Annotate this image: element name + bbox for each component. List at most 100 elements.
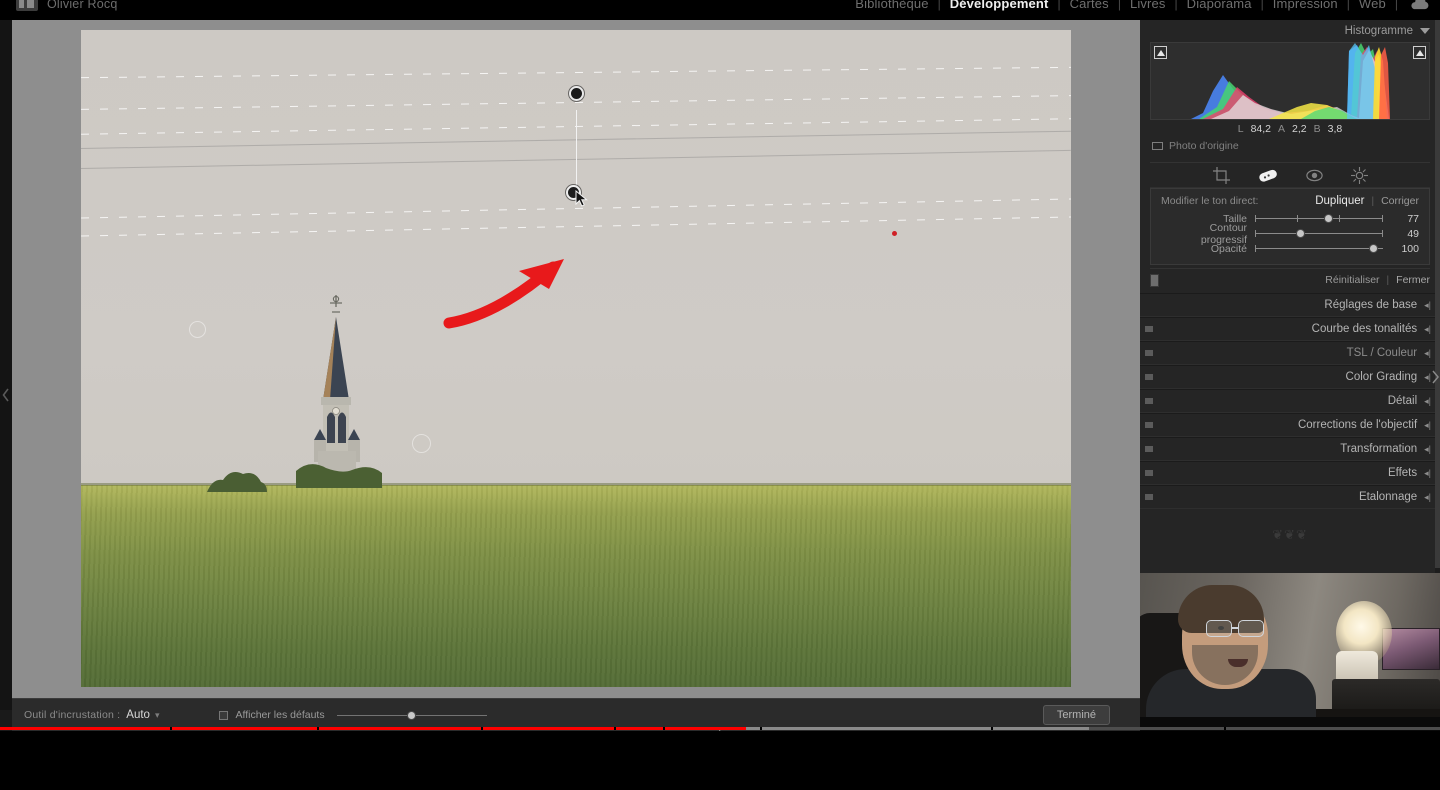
slider-knob[interactable]: [1295, 229, 1305, 238]
healing-tool-panel[interactable]: Modifier le ton direct: Dupliquer | Corr…: [1150, 188, 1430, 265]
disclosure-arrow-icon[interactable]: ◂|: [1424, 372, 1431, 383]
disclosure-arrow-icon[interactable]: ◂|: [1424, 396, 1431, 407]
section-toggle-switch[interactable]: [1145, 494, 1153, 500]
section-toggle-switch[interactable]: [1145, 350, 1153, 356]
section-toggle-switch[interactable]: [1145, 398, 1153, 404]
disclosure-arrow-icon[interactable]: ◂|: [1424, 420, 1431, 431]
disclosure-arrow-icon[interactable]: ◂|: [1424, 492, 1431, 503]
slider-value: 49: [1407, 227, 1419, 240]
section-label: Transformation: [1340, 443, 1418, 455]
section-label: Color Grading: [1345, 371, 1418, 383]
section-etalonnage[interactable]: Etalonnage ◂|: [1140, 485, 1440, 509]
module-diaporama[interactable]: Diaporama: [1178, 0, 1261, 11]
heal-spot-marker[interactable]: [412, 434, 431, 453]
section-courbe-des-tonalites[interactable]: Courbe des tonalités ◂|: [1140, 317, 1440, 341]
readout-value-b: 3,8: [1327, 123, 1343, 135]
heal-source-pin-icon[interactable]: [569, 86, 584, 101]
chapter-divider: [1224, 727, 1226, 730]
section-label: Corrections de l'objectif: [1297, 419, 1418, 431]
section-reglages-de-base[interactable]: Réglages de base ◂|: [1140, 293, 1440, 317]
histogram-header[interactable]: Histogramme: [1140, 20, 1440, 42]
disclosure-arrow-icon[interactable]: ◂|: [1424, 444, 1431, 455]
correct-mode-button[interactable]: Corriger: [1381, 195, 1419, 207]
track-line: [1255, 233, 1383, 234]
slider-knob[interactable]: [1368, 244, 1378, 253]
readout-value-a: 2,2: [1292, 123, 1307, 135]
track-tick: [1255, 245, 1256, 252]
slider-track[interactable]: [1255, 228, 1383, 239]
reset-button[interactable]: Réinitialiser: [1325, 274, 1379, 286]
section-corrections-de-lobjectif[interactable]: Corrections de l'objectif ◂|: [1140, 413, 1440, 437]
image-work-area[interactable]: [12, 20, 1140, 698]
disclosure-arrow-icon[interactable]: ◂|: [1424, 300, 1431, 311]
masking-tool-icon[interactable]: [1350, 166, 1368, 184]
module-bibliotheque[interactable]: Bibliothèque: [846, 0, 937, 11]
heal-footer-actions[interactable]: Réinitialiser | Fermer: [1325, 274, 1430, 286]
section-label: Courbe des tonalités: [1311, 323, 1418, 335]
slider-knob[interactable]: [1324, 214, 1334, 223]
disclosure-arrow-icon[interactable]: ◂|: [1424, 324, 1431, 335]
section-transformation[interactable]: Transformation ◂|: [1140, 437, 1440, 461]
overlay-tool-value[interactable]: Auto: [126, 709, 150, 721]
module-developpement[interactable]: Développement: [941, 0, 1058, 11]
crop-tool-icon[interactable]: [1212, 166, 1230, 184]
disclosure-arrow-icon[interactable]: ◂|: [1424, 348, 1431, 359]
tool-strip[interactable]: [1150, 162, 1430, 188]
identity-plate[interactable]: Olivier Rocq: [16, 0, 117, 11]
chevron-down-icon[interactable]: ▾: [155, 710, 160, 721]
panel-switch-icon[interactable]: [1150, 273, 1159, 287]
church-steeple: [296, 295, 382, 488]
done-button[interactable]: Terminé: [1042, 705, 1110, 725]
section-tsl-couleur[interactable]: TSL / Couleur ◂|: [1140, 341, 1440, 365]
slider-opacite[interactable]: Opacité 100: [1151, 241, 1429, 256]
module-picker: Bibliothèque | Développement | Cartes | …: [846, 0, 1398, 11]
mode-divider: |: [1371, 195, 1375, 207]
module-livres[interactable]: Livres: [1121, 0, 1175, 11]
healing-brush-tool-icon[interactable]: [1258, 168, 1278, 183]
youtube-player-bar: 3:21 / 6:28 • tirer le correcteur en lig…: [0, 731, 1440, 790]
heal-spot-marker[interactable]: [189, 321, 206, 338]
show-defects-checkbox[interactable]: [219, 710, 229, 720]
section-toggle-switch[interactable]: [1145, 374, 1153, 380]
chevron-right-icon[interactable]: [1431, 370, 1440, 384]
module-impression[interactable]: Impression: [1264, 0, 1347, 11]
chevron-left-icon[interactable]: [2, 388, 10, 402]
heal-drag-line: [576, 110, 577, 186]
photo-canvas[interactable]: [81, 30, 1071, 687]
triangle-down-icon[interactable]: [1420, 28, 1430, 34]
red-marker-dot: [892, 231, 897, 236]
slider-contour-progressif[interactable]: Contour progressif 49: [1151, 222, 1429, 246]
scrollbar-thumb[interactable]: [1435, 20, 1440, 568]
heal-mode-actions[interactable]: Dupliquer | Corriger: [1315, 195, 1419, 207]
slider-knob[interactable]: [406, 710, 416, 720]
chapter-divider: [170, 727, 172, 730]
duplicate-mode-button[interactable]: Dupliquer: [1315, 195, 1364, 207]
slider-value: 100: [1401, 242, 1419, 255]
left-panel-collapsed[interactable]: [0, 20, 12, 710]
section-toggle-switch[interactable]: [1145, 470, 1153, 476]
section-toggle-switch[interactable]: [1145, 422, 1153, 428]
slider-value: 77: [1407, 212, 1419, 225]
red-eye-tool-icon[interactable]: [1305, 168, 1323, 183]
heal-panel-footer[interactable]: Réinitialiser | Fermer: [1150, 268, 1430, 287]
section-effets[interactable]: Effets ◂|: [1140, 461, 1440, 485]
slider-track[interactable]: [1255, 213, 1383, 224]
close-button[interactable]: Fermer: [1396, 274, 1430, 286]
glasses-lens: [1206, 620, 1232, 637]
screen: Olivier Rocq Bibliothèque | Développemen…: [0, 0, 1440, 790]
section-color-grading[interactable]: Color Grading ◂|: [1140, 365, 1440, 389]
slider-track[interactable]: [1255, 243, 1383, 254]
section-label: Détail: [1387, 395, 1418, 407]
show-defects-slider[interactable]: [336, 710, 487, 721]
overlay-tool-label: Outil d'incrustation :: [24, 709, 121, 721]
cloud-icon[interactable]: [1409, 0, 1430, 11]
section-toggle-switch[interactable]: [1145, 326, 1153, 332]
glasses-lens: [1238, 620, 1264, 637]
disclosure-arrow-icon[interactable]: ◂|: [1424, 468, 1431, 479]
section-toggle-switch[interactable]: [1145, 446, 1153, 452]
module-web[interactable]: Web: [1350, 0, 1395, 11]
module-cartes[interactable]: Cartes: [1061, 0, 1118, 11]
section-detail[interactable]: Détail ◂|: [1140, 389, 1440, 413]
histogram-chart[interactable]: [1150, 42, 1430, 120]
original-photo-toggle[interactable]: Photo d'origine: [1152, 140, 1440, 152]
